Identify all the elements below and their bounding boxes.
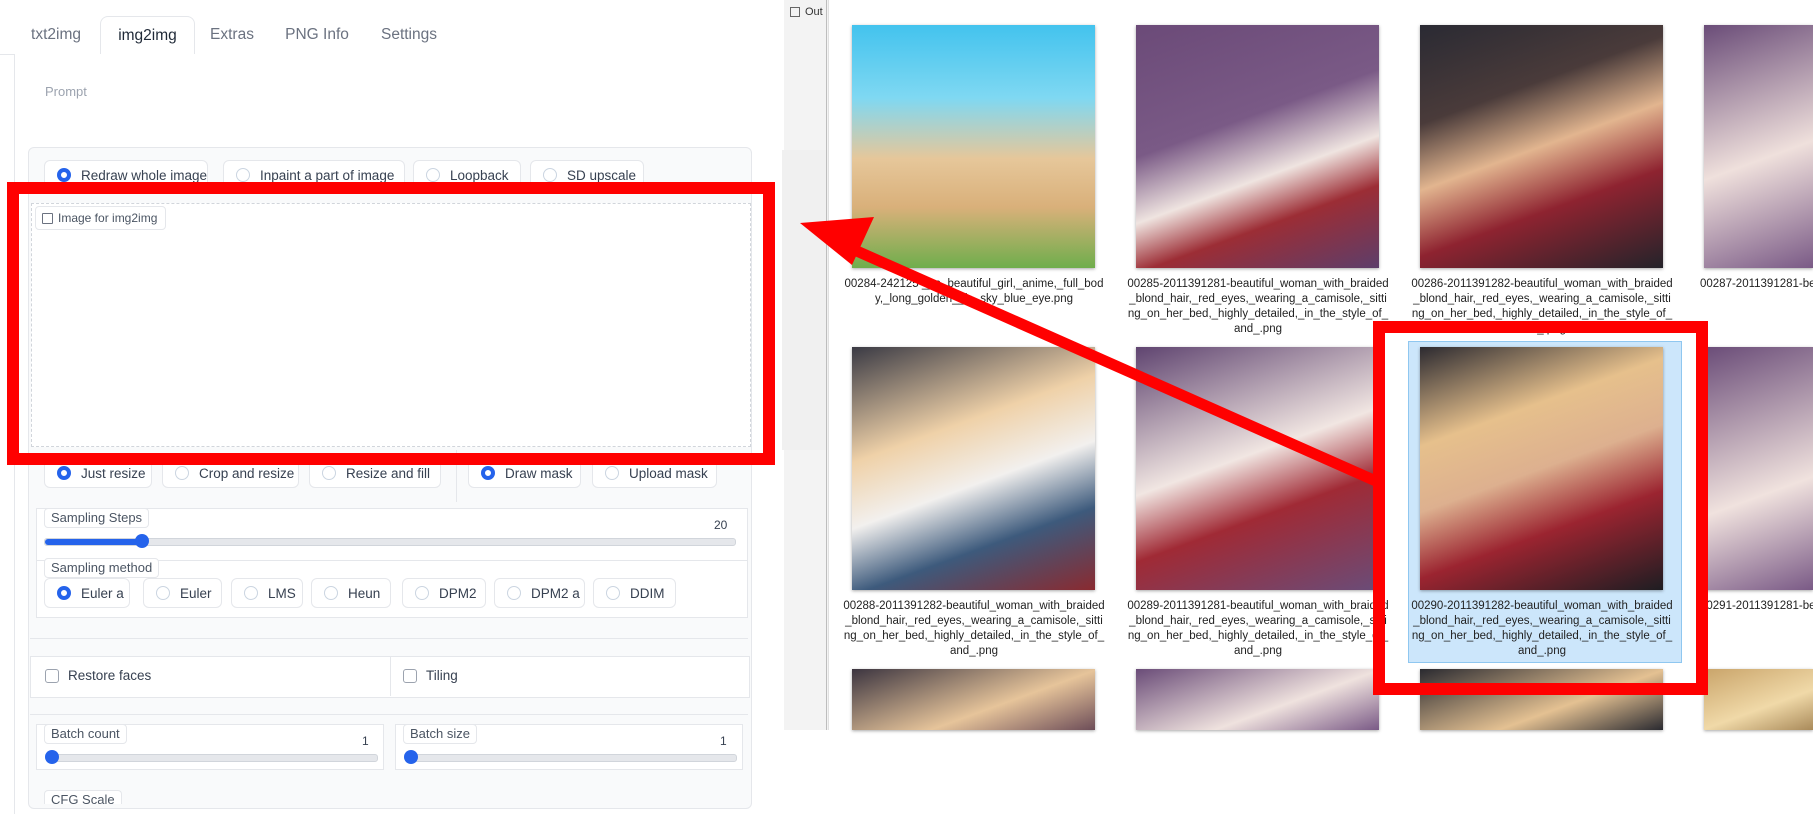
annotation-arrow [800,217,1381,488]
arrow-shaft [847,242,1381,488]
